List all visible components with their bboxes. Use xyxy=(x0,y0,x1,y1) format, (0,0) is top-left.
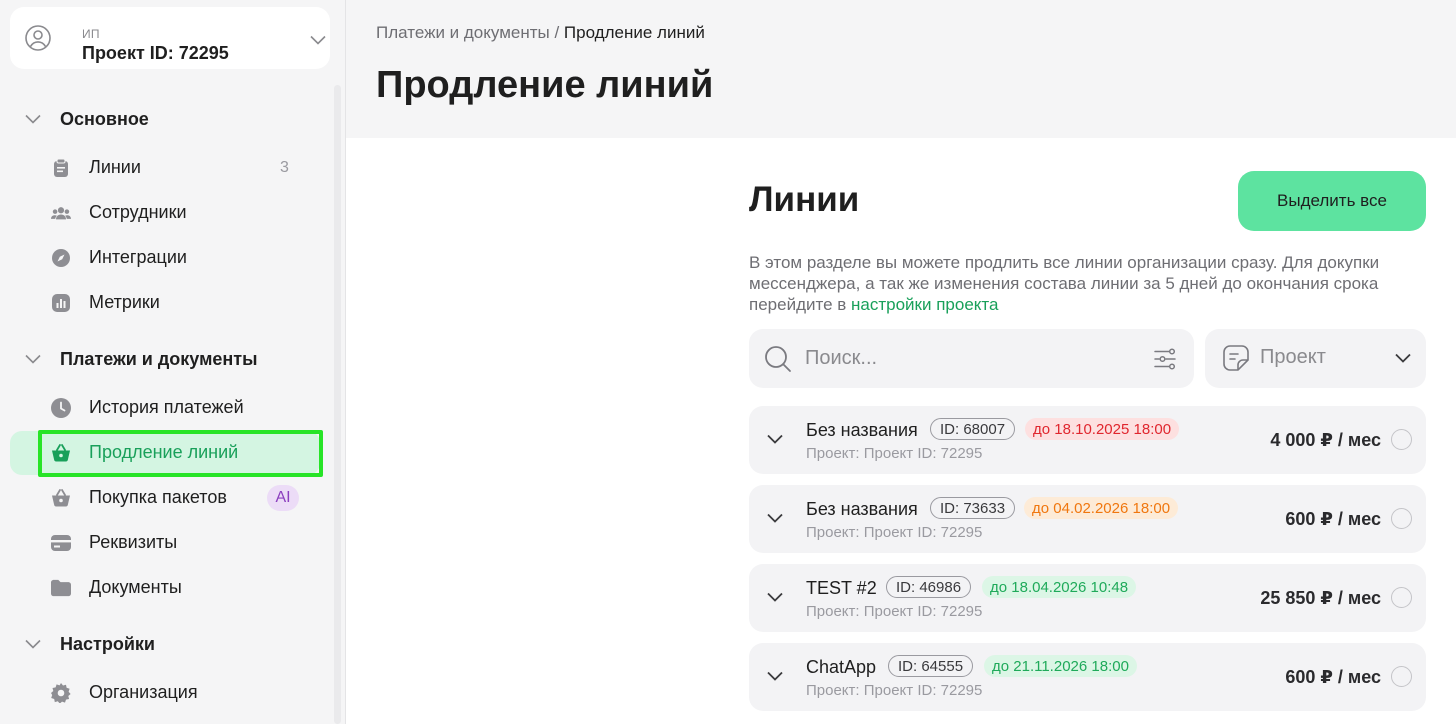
chevron-down-icon xyxy=(310,35,326,45)
description-text: В этом разделе вы можете продлить все ли… xyxy=(749,253,1380,314)
section-description: В этом разделе вы можете продлить все ли… xyxy=(749,252,1409,315)
user-avatar-icon xyxy=(25,25,51,51)
project-filter-label: Проект xyxy=(1260,346,1326,368)
project-settings-link[interactable]: настройки проекта xyxy=(851,295,998,314)
expiry-date-badge: до 04.02.2026 18:00 xyxy=(1024,497,1179,519)
sidebar-scrollbar[interactable] xyxy=(334,85,341,724)
sidebar-item-requisites[interactable]: Реквизиты xyxy=(10,521,320,565)
line-id-badge: ID: 64555 xyxy=(888,655,974,677)
chevron-down-icon xyxy=(22,348,44,370)
chevron-down-icon[interactable] xyxy=(767,434,783,444)
section-title: Основное xyxy=(60,108,149,129)
breadcrumb-parent-link[interactable]: Платежи и документы xyxy=(376,23,550,42)
line-card[interactable]: Без названия ID: 73633 до 04.02.2026 18:… xyxy=(749,485,1426,553)
page-title: Продление линий xyxy=(376,64,714,106)
line-project: Проект: Проект ID: 72295 xyxy=(806,445,983,462)
line-price: 4 000 ₽ / мес xyxy=(1270,430,1381,450)
section-title: Платежи и документы xyxy=(60,348,258,369)
sidebar-item-label: Линии xyxy=(89,157,141,177)
line-project: Проект: Проект ID: 72295 xyxy=(806,603,983,620)
chevron-down-icon[interactable] xyxy=(767,592,783,602)
project-filter-select[interactable]: Проект xyxy=(1205,329,1426,388)
project-type: ИП xyxy=(82,27,100,41)
breadcrumb: Платежи и документы / Продление линий xyxy=(376,23,705,43)
chevron-down-icon[interactable] xyxy=(767,671,783,681)
line-project: Проект: Проект ID: 72295 xyxy=(806,682,983,699)
chevron-down-icon xyxy=(22,633,44,655)
folder-icon xyxy=(51,578,71,598)
line-price: 600 ₽ / мес xyxy=(1285,667,1381,687)
line-card[interactable]: TEST #2 ID: 46986 до 18.04.2026 10:48 Пр… xyxy=(749,564,1426,632)
line-id-badge: ID: 68007 xyxy=(930,418,1016,440)
sidebar-item-employees[interactable]: Сотрудники xyxy=(10,191,320,235)
card-icon xyxy=(51,533,71,553)
sidebar-item-metrics[interactable]: Метрики xyxy=(10,281,320,325)
sidebar-item-documents[interactable]: Документы xyxy=(10,566,320,610)
line-project: Проект: Проект ID: 72295 xyxy=(806,524,983,541)
sidebar-item-label: Сотрудники xyxy=(89,202,187,222)
lines-count: 3 xyxy=(280,159,289,176)
project-switcher[interactable]: ИП Проект ID: 72295 xyxy=(10,7,330,69)
line-price: 600 ₽ / мес xyxy=(1285,509,1381,529)
clock-icon xyxy=(51,398,71,418)
line-select-radio[interactable] xyxy=(1391,508,1412,529)
section-payments[interactable]: Платежи и документы xyxy=(22,348,257,370)
line-card[interactable]: Без названия ID: 68007 до 18.10.2025 18:… xyxy=(749,406,1426,474)
ai-badge: AI xyxy=(267,485,299,511)
filter-icon[interactable] xyxy=(1153,347,1177,371)
line-card[interactable]: ChatApp ID: 64555 до 21.11.2026 18:00 Пр… xyxy=(749,643,1426,711)
sidebar-item-label: Реквизиты xyxy=(89,532,178,552)
sidebar-item-label: Продление линий xyxy=(89,442,239,462)
sidebar-item-lines[interactable]: Линии 3 xyxy=(10,146,320,190)
basket-icon xyxy=(51,488,71,508)
expiry-date-badge: до 18.10.2025 18:00 xyxy=(1025,418,1180,440)
search-input[interactable] xyxy=(805,343,1135,373)
line-name: Без названия xyxy=(806,499,918,519)
sidebar-item-payment-history[interactable]: История платежей xyxy=(10,386,320,430)
sidebar-item-buy-packages[interactable]: Покупка пакетов AI xyxy=(10,476,320,520)
breadcrumb-separator: / xyxy=(549,23,564,42)
chevron-down-icon xyxy=(22,108,44,130)
line-id-badge: ID: 46986 xyxy=(886,576,972,598)
chart-icon xyxy=(51,293,71,313)
line-name: TEST #2 xyxy=(806,578,877,598)
sidebar-item-organization[interactable]: Организация xyxy=(10,671,320,715)
project-name: Проект ID: 72295 xyxy=(82,43,229,63)
line-name: ChatApp xyxy=(806,657,877,677)
lines-section-title: Линии xyxy=(749,180,860,219)
sidebar-item-label: Документы xyxy=(89,577,182,597)
team-icon xyxy=(51,203,71,223)
sidebar-item-label: Интеграции xyxy=(89,247,187,267)
page-header: Платежи и документы / Продление линий Пр… xyxy=(346,0,1456,138)
line-id-badge: ID: 73633 xyxy=(930,497,1016,519)
section-settings[interactable]: Настройки xyxy=(22,633,155,655)
section-main[interactable]: Основное xyxy=(22,108,149,130)
basket-icon xyxy=(51,443,71,463)
search-field[interactable] xyxy=(749,329,1194,388)
line-select-radio[interactable] xyxy=(1391,587,1412,608)
line-select-radio[interactable] xyxy=(1391,666,1412,687)
section-title: Настройки xyxy=(60,633,155,654)
expiry-date-badge: до 21.11.2026 18:00 xyxy=(984,655,1137,677)
sidebar-item-label: Организация xyxy=(89,682,198,702)
chevron-down-icon[interactable] xyxy=(767,513,783,523)
project-icon xyxy=(1223,345,1249,371)
search-icon xyxy=(765,346,791,372)
select-all-button[interactable]: Выделить все xyxy=(1238,171,1426,231)
line-price: 25 850 ₽ / мес xyxy=(1260,588,1381,608)
chevron-down-icon xyxy=(1395,353,1411,363)
expiry-date-badge: до 18.04.2026 10:48 xyxy=(982,576,1137,598)
line-name: Без названия xyxy=(806,420,918,440)
sidebar-item-integrations[interactable]: Интеграции xyxy=(10,236,320,280)
breadcrumb-current: Продление линий xyxy=(563,23,705,42)
gear-icon xyxy=(51,683,71,703)
compass-icon xyxy=(51,248,71,268)
sidebar-item-label: Метрики xyxy=(89,292,160,312)
line-select-radio[interactable] xyxy=(1391,429,1412,450)
sidebar-item-label: Покупка пакетов xyxy=(89,487,227,507)
sidebar-item-label: История платежей xyxy=(89,397,244,417)
sidebar-item-line-renewal[interactable]: Продление линий xyxy=(10,431,320,475)
clipboard-icon xyxy=(51,158,71,178)
